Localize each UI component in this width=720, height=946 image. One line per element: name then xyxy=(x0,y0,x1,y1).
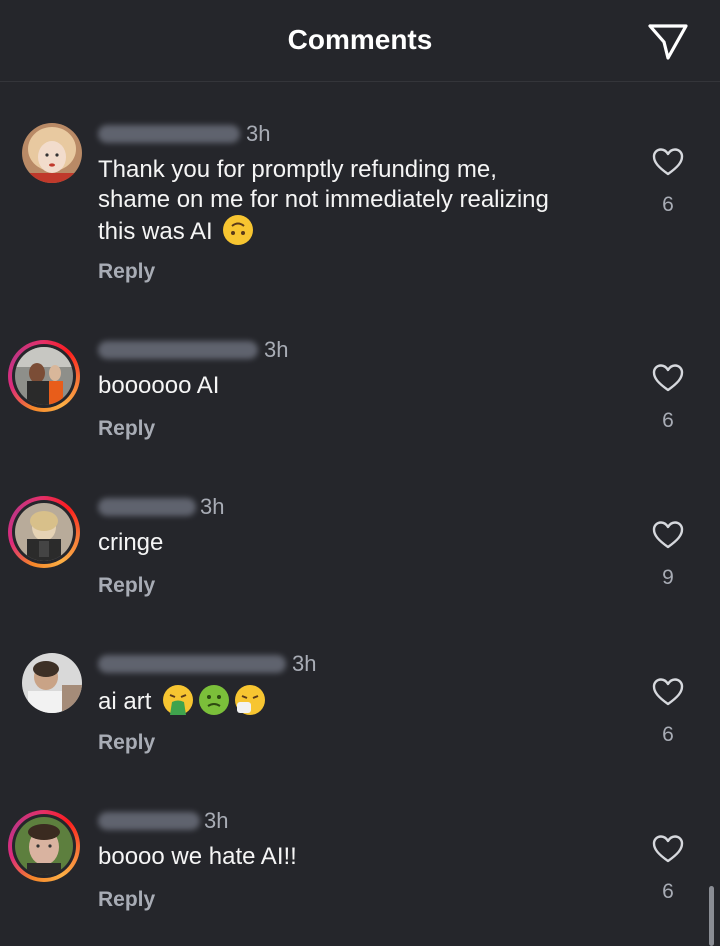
username-blurred[interactable] xyxy=(98,655,286,673)
comment-time: 3h xyxy=(246,121,271,146)
like-count: 9 xyxy=(662,566,674,589)
heart-icon xyxy=(652,678,684,706)
comment-time: 3h xyxy=(264,337,289,362)
like-button[interactable] xyxy=(652,677,684,707)
comment-text-content: ai art xyxy=(98,688,152,715)
username-blurred[interactable] xyxy=(98,341,258,359)
comment-text: cringe xyxy=(98,529,164,556)
avatar[interactable] xyxy=(22,123,82,183)
avatar-image xyxy=(15,817,73,875)
reply-button[interactable]: Reply xyxy=(98,888,155,912)
sneezing-face-emoji xyxy=(235,685,266,715)
paper-plane-icon xyxy=(648,24,688,60)
comment-text: boooooo AI xyxy=(98,372,220,399)
like-count: 6 xyxy=(662,723,674,746)
avatar[interactable] xyxy=(8,340,80,412)
heart-icon xyxy=(652,148,684,176)
header: Comments xyxy=(0,0,720,82)
like-button[interactable] xyxy=(652,834,684,864)
comment-text: Thank you for promptly refunding me, sha… xyxy=(98,155,618,247)
nauseated-face-emoji xyxy=(199,685,230,715)
avatar[interactable] xyxy=(22,653,82,713)
like-count: 6 xyxy=(662,409,674,432)
reply-button[interactable]: Reply xyxy=(98,417,155,441)
scrollbar[interactable] xyxy=(709,886,714,946)
heart-icon xyxy=(652,835,684,863)
username-blurred[interactable] xyxy=(98,812,200,830)
heart-icon xyxy=(652,364,684,392)
avatar[interactable] xyxy=(8,496,80,568)
heart-icon xyxy=(652,521,684,549)
avatar-image xyxy=(15,503,73,561)
reply-button[interactable]: Reply xyxy=(98,260,155,284)
like-button[interactable] xyxy=(652,520,684,550)
comment-time: 3h xyxy=(204,808,229,833)
comment-time: 3h xyxy=(292,651,317,676)
avatar-image xyxy=(15,347,73,405)
vomiting-face-emoji xyxy=(163,685,194,715)
comment-time: 3h xyxy=(200,494,225,519)
like-button[interactable] xyxy=(652,147,684,177)
comment-text: boooo we hate AI!! xyxy=(98,843,297,870)
avatar-image xyxy=(22,123,82,183)
reply-button[interactable]: Reply xyxy=(98,731,155,755)
avatar-image xyxy=(22,653,82,713)
like-count: 6 xyxy=(662,880,674,903)
upside-down-face-emoji xyxy=(222,215,253,245)
share-button[interactable] xyxy=(646,22,690,62)
username-blurred[interactable] xyxy=(98,125,240,143)
like-count: 6 xyxy=(662,193,674,216)
page-title: Comments xyxy=(287,24,433,55)
username-blurred[interactable] xyxy=(98,498,196,516)
like-button[interactable] xyxy=(652,363,684,393)
comment-text: ai art xyxy=(98,685,618,717)
reply-button[interactable]: Reply xyxy=(98,574,155,598)
avatar[interactable] xyxy=(8,810,80,882)
comment-text-content: Thank you for promptly refunding me, sha… xyxy=(98,156,549,245)
